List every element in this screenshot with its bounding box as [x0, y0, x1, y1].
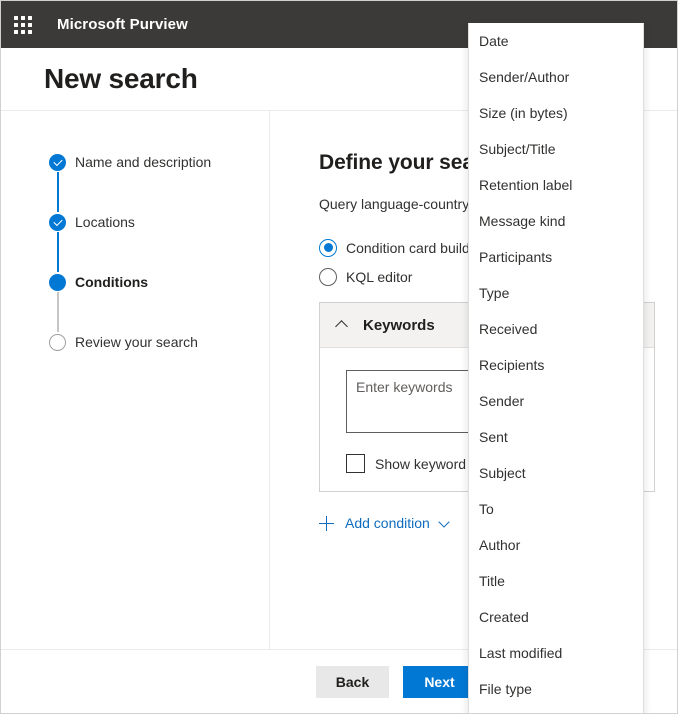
dropdown-item[interactable]: Title [469, 563, 643, 599]
chevron-down-icon[interactable] [440, 518, 451, 529]
step-label: Name and description [75, 154, 212, 170]
radio-label: KQL editor [346, 268, 413, 285]
radio-label: Condition card builder [346, 239, 483, 256]
add-condition-button[interactable]: Add condition [319, 515, 451, 531]
dropdown-item[interactable]: Created [469, 599, 643, 635]
dropdown-item[interactable]: Participants [469, 239, 643, 275]
page-title: New search [44, 63, 198, 94]
step-completed-icon [49, 154, 66, 171]
dropdown-item[interactable]: Size (in bytes) [469, 95, 643, 131]
dropdown-item[interactable]: Received [469, 311, 643, 347]
sidebar-item-locations[interactable]: Locations [1, 212, 269, 272]
dropdown-item[interactable]: To [469, 491, 643, 527]
add-condition-dropdown-menu[interactable]: Date Sender/Author Size (in bytes) Subject/… [468, 23, 644, 713]
step-connector [57, 232, 59, 272]
dropdown-list: Date Sender/Author Size (in bytes) Subject/… [469, 23, 643, 707]
step-label: Review your search [75, 334, 198, 350]
dropdown-item[interactable]: Sender/Author [469, 59, 643, 95]
dropdown-item[interactable]: Subject/Title [469, 131, 643, 167]
dropdown-item[interactable]: File type [469, 671, 643, 707]
sidebar-item-review-your-search[interactable]: Review your search [1, 332, 269, 352]
back-button[interactable]: Back [316, 665, 389, 698]
next-button[interactable]: Next [403, 665, 476, 698]
app-launcher-waffle-icon[interactable] [1, 1, 45, 48]
add-condition-label: Add condition [345, 515, 430, 531]
dropdown-item[interactable]: Recipients [469, 347, 643, 383]
step-connector [57, 172, 59, 212]
show-keyword-list-checkbox[interactable] [346, 454, 365, 473]
condition-card-title: Keywords [363, 316, 435, 334]
dropdown-item[interactable]: Last modified [469, 635, 643, 671]
suite-title[interactable]: Microsoft Purview [57, 16, 188, 33]
waffle-grid [14, 15, 32, 34]
chevron-up-icon[interactable] [337, 319, 349, 331]
radio-selected-icon [319, 238, 337, 257]
dropdown-item[interactable]: Sent [469, 419, 643, 455]
plus-icon [319, 515, 334, 531]
dropdown-item[interactable]: Date [469, 23, 643, 59]
sidebar-item-conditions[interactable]: Conditions [1, 272, 269, 332]
dropdown-item[interactable]: Author [469, 527, 643, 563]
step-completed-icon [49, 214, 66, 231]
dropdown-item[interactable]: Type [469, 275, 643, 311]
purview-new-search-page: Microsoft Purview New search Name and de… [0, 0, 678, 714]
step-label: Conditions [75, 274, 149, 290]
dropdown-item[interactable]: Message kind [469, 203, 643, 239]
dropdown-item[interactable]: Subject [469, 455, 643, 491]
step-current-icon [49, 274, 66, 291]
step-label: Locations [75, 214, 135, 230]
radio-unselected-icon [319, 267, 337, 286]
step-pending-icon [49, 334, 66, 351]
sidebar-item-name-and-description[interactable]: Name and description [1, 152, 269, 212]
dropdown-item[interactable]: Sender [469, 383, 643, 419]
step-connector [57, 292, 59, 332]
wizard-stepper: Name and description Locations Condition… [1, 111, 270, 649]
dropdown-item[interactable]: Retention label [469, 167, 643, 203]
